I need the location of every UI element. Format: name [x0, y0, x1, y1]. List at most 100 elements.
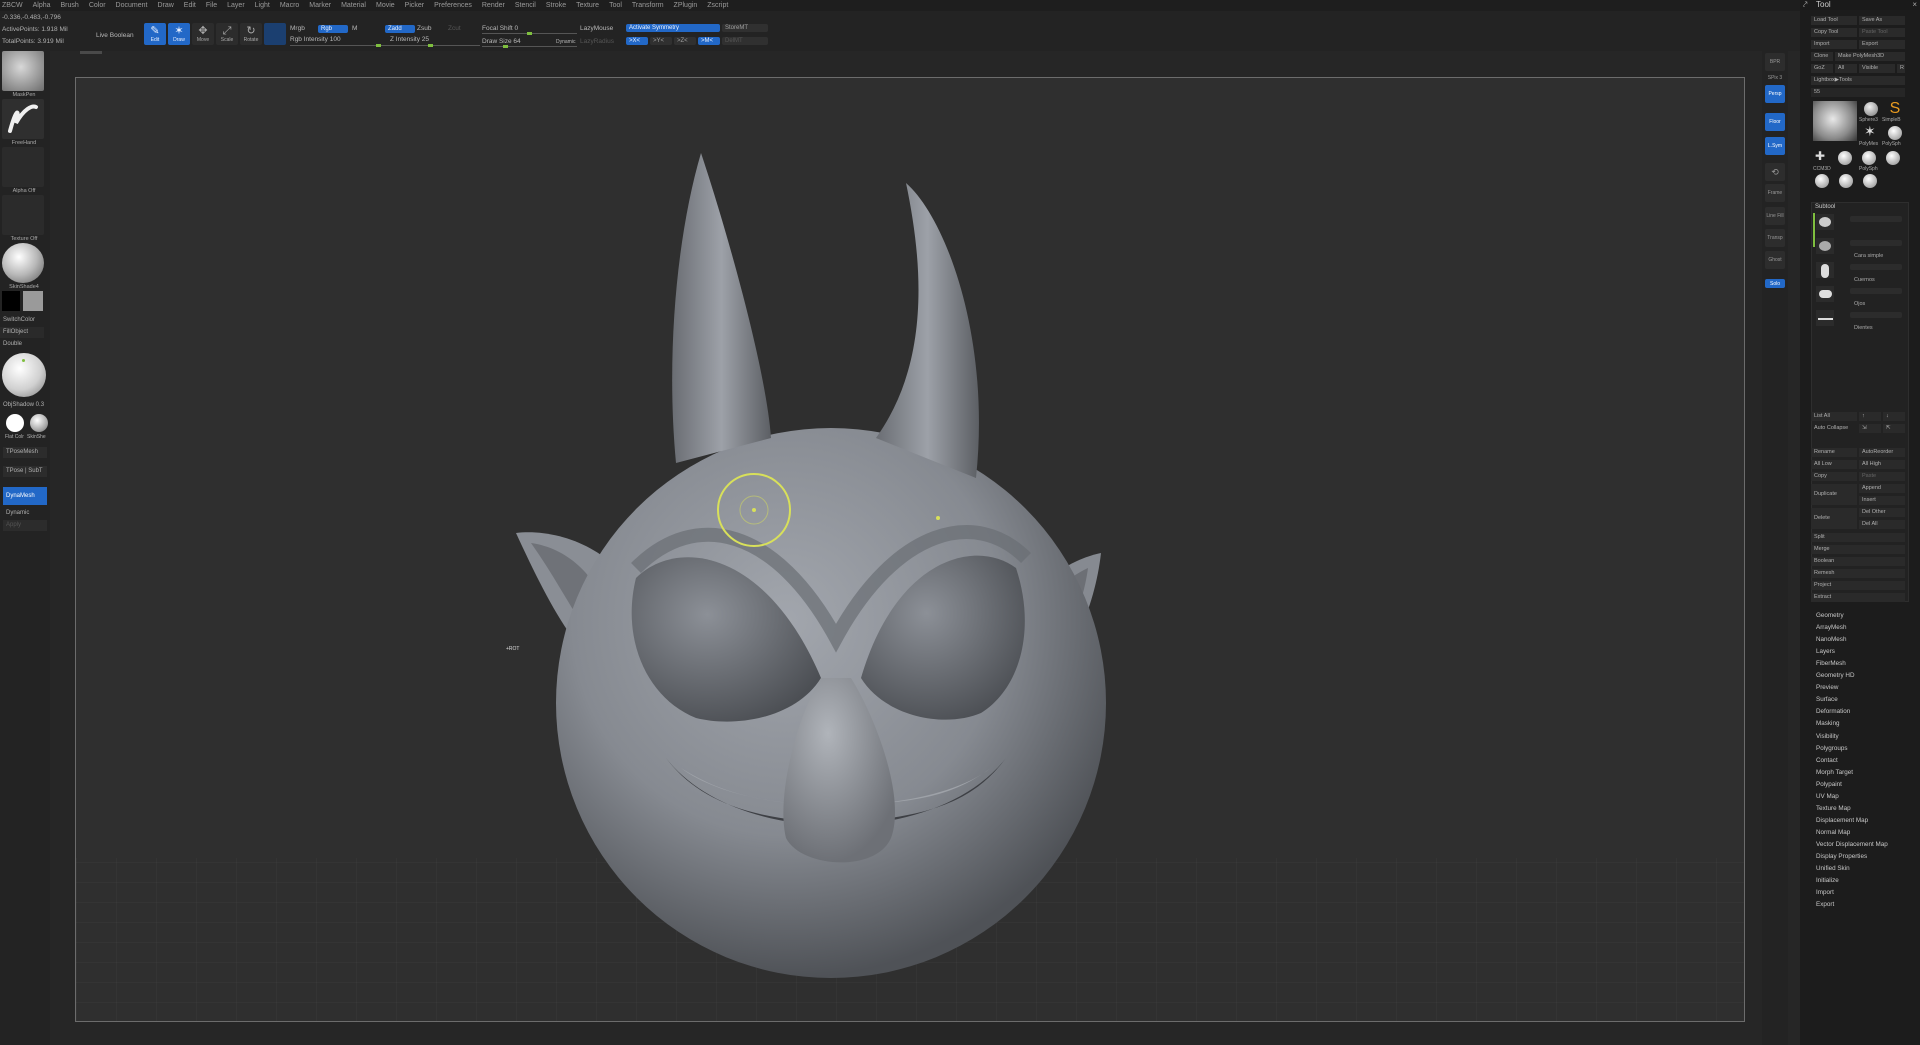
- focal-shift-slider[interactable]: Focal Shift 0: [482, 25, 518, 32]
- floor-button[interactable]: Floor: [1765, 113, 1785, 131]
- tool-menu-preview[interactable]: Preview: [1816, 684, 1838, 691]
- tool-menu-display-properties[interactable]: Display Properties: [1816, 853, 1867, 860]
- subtool-row-1[interactable]: [1814, 212, 1906, 236]
- xyz-rotate-button[interactable]: ⟲: [1765, 163, 1785, 181]
- lightbox-tools-button[interactable]: Lightbox▶Tools: [1811, 76, 1905, 85]
- transp-button[interactable]: Transp: [1765, 229, 1785, 247]
- solo-button[interactable]: Solo: [1765, 279, 1785, 288]
- goz-visible-button[interactable]: Visible: [1859, 64, 1895, 73]
- tool-menu-morph-target[interactable]: Morph Target: [1816, 769, 1853, 776]
- draw-size-slider[interactable]: Draw Size 64: [482, 38, 521, 45]
- flat-color-material-icon[interactable]: [6, 414, 24, 432]
- z-intensity-knob[interactable]: [428, 44, 433, 47]
- symmetry-x-button[interactable]: >X<: [626, 37, 648, 45]
- zcut-button[interactable]: Zcut: [448, 25, 461, 32]
- make-polymesh-button[interactable]: Make PolyMesh3D: [1835, 52, 1905, 61]
- append-button[interactable]: Append: [1859, 484, 1905, 493]
- save-as-button[interactable]: Save As: [1859, 16, 1905, 25]
- simplebrush-tool-icon[interactable]: S: [1886, 100, 1904, 118]
- double-button[interactable]: Double: [0, 339, 44, 350]
- main-color-swatch[interactable]: [23, 291, 43, 311]
- all-high-button[interactable]: All High: [1859, 460, 1905, 469]
- move-down-button[interactable]: ↓: [1883, 412, 1905, 421]
- subtool-visibility-icons[interactable]: [1850, 288, 1902, 294]
- live-boolean-button[interactable]: Live Boolean: [96, 32, 134, 39]
- tool-thumb-d[interactable]: [1815, 174, 1829, 188]
- subtool-visibility-icons[interactable]: [1850, 312, 1902, 318]
- close-icon[interactable]: ×: [1912, 0, 1917, 10]
- material-swatch[interactable]: [264, 23, 286, 45]
- zadd-button[interactable]: Zadd: [385, 25, 415, 33]
- list-all-button[interactable]: List All: [1811, 412, 1857, 421]
- menu-material[interactable]: Material: [341, 2, 366, 9]
- menu-zplugin[interactable]: ZPlugin: [674, 2, 698, 9]
- tool-menu-polypaint[interactable]: Polypaint: [1816, 781, 1842, 788]
- tool-menu-export[interactable]: Export: [1816, 901, 1834, 908]
- import-tool-button[interactable]: Import: [1811, 40, 1857, 49]
- tool-menu-polygroups[interactable]: Polygroups: [1816, 745, 1848, 752]
- copy-subtool-button[interactable]: Copy: [1811, 472, 1857, 481]
- devil-head-model[interactable]: [76, 78, 1745, 1022]
- fill-object-button[interactable]: FillObject: [0, 327, 44, 338]
- menu-stroke[interactable]: Stroke: [546, 2, 566, 9]
- autoreorder-button[interactable]: AutoReorder: [1859, 448, 1905, 457]
- rgb-intensity-slider[interactable]: Rgb Intensity 100: [290, 36, 341, 43]
- obj-shadow-slider[interactable]: ObjShadow 0.3: [0, 400, 44, 411]
- menu-file[interactable]: File: [206, 2, 217, 9]
- m-button[interactable]: M: [352, 25, 357, 32]
- project-menu[interactable]: Project: [1811, 581, 1905, 590]
- del-mt-button[interactable]: DelMT: [722, 37, 768, 45]
- menu-macro[interactable]: Macro: [280, 2, 299, 9]
- local-symmetry-button[interactable]: L.Sym: [1765, 137, 1785, 155]
- menu-layer[interactable]: Layer: [227, 2, 245, 9]
- tool-menu-visibility[interactable]: Visibility: [1816, 733, 1839, 740]
- menu-document[interactable]: Document: [116, 2, 148, 9]
- dynamesh-button[interactable]: DynaMesh: [3, 487, 47, 505]
- tool-menu-import[interactable]: Import: [1816, 889, 1834, 896]
- spix-slider[interactable]: SPix 3: [1765, 73, 1785, 83]
- menu-alpha[interactable]: Alpha: [33, 2, 51, 9]
- subtool-row-dientes[interactable]: Dientes: [1814, 308, 1906, 332]
- paste-tool-button[interactable]: Paste Tool: [1859, 28, 1905, 37]
- menu-transform[interactable]: Transform: [632, 2, 664, 9]
- tposemesh-button[interactable]: TPoseMesh: [3, 447, 47, 458]
- pin-icon[interactable]: ⤤: [1803, 0, 1808, 10]
- polysphere-tool-icon[interactable]: [1888, 126, 1902, 140]
- alpha-thumbnail[interactable]: Alpha Off: [2, 147, 46, 194]
- goz-r-button[interactable]: R: [1897, 64, 1905, 73]
- subtool-row-cara[interactable]: Cara simple: [1814, 236, 1906, 260]
- rename-button[interactable]: Rename: [1811, 448, 1857, 457]
- menu-movie[interactable]: Movie: [376, 2, 395, 9]
- light-position-dot[interactable]: [22, 359, 25, 362]
- switch-color-button[interactable]: SwitchColor: [0, 315, 44, 326]
- mrgb-button[interactable]: Mrgb: [290, 25, 305, 32]
- tool-menu-nanomesh[interactable]: NanoMesh: [1816, 636, 1846, 643]
- menu-texture[interactable]: Texture: [576, 2, 599, 9]
- del-other-button[interactable]: Del Other: [1859, 508, 1905, 517]
- tool-thumb-e[interactable]: [1839, 174, 1853, 188]
- menu-light[interactable]: Light: [255, 2, 270, 9]
- tool-menu-geometry-hd[interactable]: Geometry HD: [1816, 672, 1855, 679]
- tool-menu-geometry[interactable]: Geometry: [1816, 612, 1844, 619]
- draw-button[interactable]: ✶ Draw: [168, 23, 190, 45]
- export-tool-button[interactable]: Export: [1859, 40, 1905, 49]
- menu-render[interactable]: Render: [482, 2, 505, 9]
- menu-zscript[interactable]: Zscript: [707, 2, 728, 9]
- delete-button[interactable]: Delete: [1811, 508, 1857, 529]
- rgb-button[interactable]: Rgb: [318, 25, 348, 33]
- split-menu[interactable]: Split: [1811, 533, 1905, 542]
- symmetry-y-button[interactable]: >Y<: [650, 37, 672, 45]
- symmetry-m-button[interactable]: >M<: [698, 37, 720, 45]
- ghost-button[interactable]: Ghost: [1765, 251, 1785, 269]
- tool-thumb-b[interactable]: [1862, 151, 1876, 165]
- tool-menu-unified-skin[interactable]: Unified Skin: [1816, 865, 1850, 872]
- expand-icon-button[interactable]: ⇱: [1883, 424, 1905, 433]
- tpose-subt-button[interactable]: TPose | SubT: [3, 466, 47, 477]
- menu-draw[interactable]: Draw: [157, 2, 173, 9]
- tool-menu-contact[interactable]: Contact: [1816, 757, 1838, 764]
- draw-size-knob[interactable]: [503, 45, 508, 48]
- tool-thumb-a[interactable]: [1838, 151, 1852, 165]
- symmetry-z-button[interactable]: >Z<: [674, 37, 696, 45]
- activate-symmetry-button[interactable]: Activate Symmetry: [626, 24, 720, 32]
- tool-menu-vector-displacement-map[interactable]: Vector Displacement Map: [1816, 841, 1888, 848]
